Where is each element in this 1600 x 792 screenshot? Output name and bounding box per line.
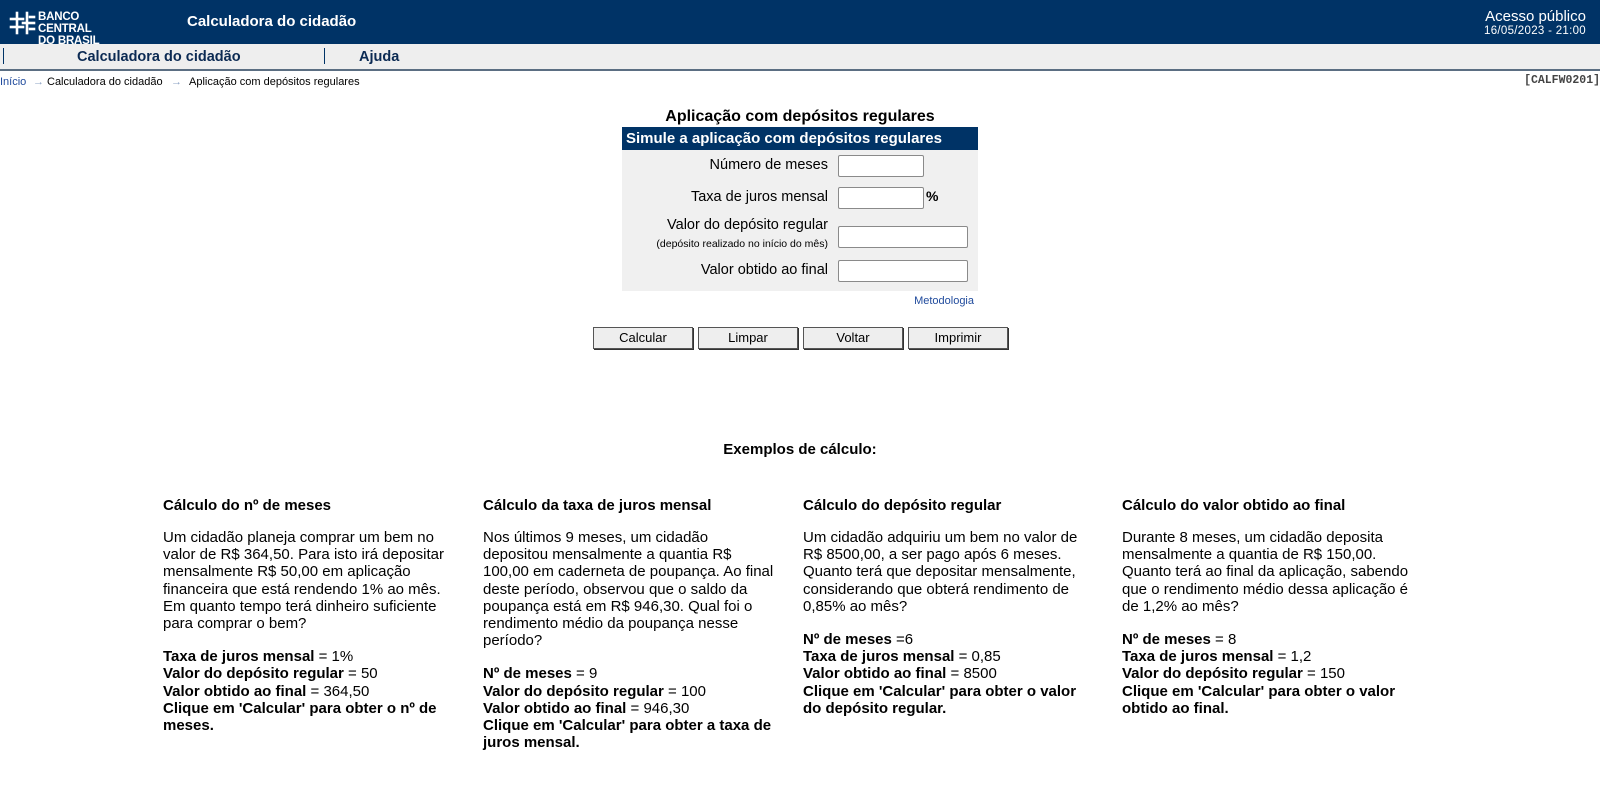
breadcrumb-arrow-icon: → bbox=[171, 76, 182, 88]
example-title: Cálculo do depósito regular bbox=[803, 497, 1002, 514]
param-value: = 9 bbox=[571, 665, 598, 683]
breadcrumb-arrow-icon: → bbox=[33, 76, 44, 88]
field-label-meses: Número de meses bbox=[709, 157, 828, 173]
screen-code: [CALFW0201] bbox=[1524, 74, 1600, 87]
param-label: Valor do depósito regular bbox=[1122, 665, 1303, 683]
example-text: Um cidadão adquiriu um bem no valor de R… bbox=[803, 529, 1078, 615]
limpar-button[interactable]: Limpar bbox=[698, 327, 798, 349]
nav-separator bbox=[324, 48, 325, 64]
example-params: Nº de meses =6 Taxa de juros mensal = 0,… bbox=[803, 631, 1095, 717]
param-value: = 50 bbox=[343, 665, 378, 683]
field-label-taxa: Taxa de juros mensal bbox=[690, 189, 828, 205]
example-note: Clique em 'Calcular' para obter o valor … bbox=[1122, 682, 1396, 717]
param-label: Valor obtido ao final bbox=[483, 699, 627, 717]
param-value: =6 bbox=[891, 631, 914, 649]
param-label: Valor do depósito regular bbox=[483, 682, 664, 700]
param-value: = 150 bbox=[1302, 665, 1345, 683]
breadcrumb-item-inicio[interactable]: Início bbox=[0, 76, 26, 88]
param-value: = 100 bbox=[663, 682, 706, 700]
main-nav: Calculadora do cidadão Ajuda bbox=[0, 44, 1600, 71]
param-value: = 1% bbox=[314, 648, 354, 666]
param-label: Valor do depósito regular bbox=[163, 665, 344, 683]
field-sublabel-deposito: (depósito realizado no início do mês) bbox=[656, 238, 828, 250]
percent-suffix: % bbox=[926, 188, 939, 204]
metodologia-link[interactable]: Metodologia bbox=[914, 295, 974, 307]
example-note: Clique em 'Calcular' para obter a taxa d… bbox=[483, 717, 772, 752]
example-text: Durante 8 meses, um cidadão deposita men… bbox=[1122, 529, 1409, 615]
form-header: Simule a aplicação com depósitos regular… bbox=[622, 127, 978, 150]
taxa-juros-input[interactable] bbox=[838, 187, 924, 209]
top-header: BANCO CENTRAL DO BRASIL Calculadora do c… bbox=[0, 0, 1600, 47]
param-value: = 8500 bbox=[946, 665, 997, 683]
field-label-valor-final: Valor obtido ao final bbox=[700, 262, 828, 278]
page-title: Aplicação com depósitos regulares bbox=[665, 108, 935, 125]
example-note: Clique em 'Calcular' para obter o valor … bbox=[803, 682, 1077, 717]
app-title: Calculadora do cidadão bbox=[187, 13, 357, 30]
param-value: = 364,50 bbox=[306, 682, 370, 700]
param-label: Nº de meses bbox=[1122, 631, 1211, 649]
valor-deposito-input[interactable] bbox=[838, 226, 968, 248]
example-title: Cálculo do valor obtido ao final bbox=[1122, 497, 1346, 514]
valor-final-input[interactable] bbox=[838, 260, 968, 282]
calcular-button[interactable]: Calcular bbox=[593, 327, 693, 349]
field-label-deposito: Valor do depósito regular bbox=[667, 217, 828, 233]
access-datetime: 16/05/2023 - 21:00 bbox=[1484, 25, 1586, 37]
examples-title: Exemplos de cálculo: bbox=[723, 441, 877, 458]
bcb-logo-text: BANCO CENTRAL DO BRASIL bbox=[38, 11, 100, 47]
access-info: Acesso público 16/05/2023 - 21:00 bbox=[1484, 8, 1586, 38]
voltar-button[interactable]: Voltar bbox=[803, 327, 903, 349]
breadcrumb-item-current: Aplicação com depósitos regulares bbox=[189, 76, 360, 88]
example-text: Nos últimos 9 meses, um cidadão deposito… bbox=[483, 529, 774, 650]
example-column: Cálculo do depósito regular Um cidadão a… bbox=[803, 497, 1095, 717]
bcb-logo[interactable]: BANCO CENTRAL DO BRASIL bbox=[8, 9, 134, 47]
param-label: Valor obtido ao final bbox=[803, 665, 947, 683]
example-params: Nº de meses = 9 Valor do depósito regula… bbox=[483, 665, 775, 751]
param-value: = 8 bbox=[1210, 631, 1237, 649]
example-column: Cálculo da taxa de juros mensal Nos últi… bbox=[483, 497, 775, 751]
example-text: Um cidadão planeja comprar um bem no val… bbox=[163, 529, 444, 633]
param-label: Nº de meses bbox=[803, 631, 892, 649]
param-label: Nº de meses bbox=[483, 665, 572, 683]
imprimir-button[interactable]: Imprimir bbox=[908, 327, 1008, 349]
bcb-logo-icon bbox=[9, 11, 36, 35]
example-title: Cálculo do nº de meses bbox=[163, 497, 332, 514]
example-title: Cálculo da taxa de juros mensal bbox=[483, 497, 712, 514]
nav-item-ajuda[interactable]: Ajuda bbox=[359, 49, 399, 65]
numero-meses-input[interactable] bbox=[838, 155, 924, 177]
access-label: Acesso público bbox=[1485, 8, 1586, 25]
param-label: Taxa de juros mensal bbox=[163, 648, 315, 666]
example-column: Cálculo do nº de meses Um cidadão planej… bbox=[163, 497, 455, 734]
example-params: Nº de meses = 8 Taxa de juros mensal = 1… bbox=[1122, 631, 1414, 717]
simulation-form: Simule a aplicação com depósitos regular… bbox=[622, 127, 978, 307]
param-value: = 1,2 bbox=[1273, 648, 1312, 666]
example-params: Taxa de juros mensal = 1% Valor do depós… bbox=[163, 648, 455, 734]
param-label: Taxa de juros mensal bbox=[1122, 648, 1274, 666]
nav-item-calculadora[interactable]: Calculadora do cidadão bbox=[77, 49, 241, 65]
example-note: Clique em 'Calcular' para obter o nº de … bbox=[163, 699, 437, 735]
param-label: Taxa de juros mensal bbox=[803, 648, 955, 666]
nav-separator bbox=[3, 48, 4, 64]
param-value: = 0,85 bbox=[954, 648, 1001, 666]
example-column: Cálculo do valor obtido ao final Durante… bbox=[1122, 497, 1414, 717]
param-label: Valor obtido ao final bbox=[163, 682, 307, 700]
param-value: = 946,30 bbox=[626, 699, 690, 717]
breadcrumb-item-calculadora[interactable]: Calculadora do cidadão bbox=[47, 76, 163, 88]
